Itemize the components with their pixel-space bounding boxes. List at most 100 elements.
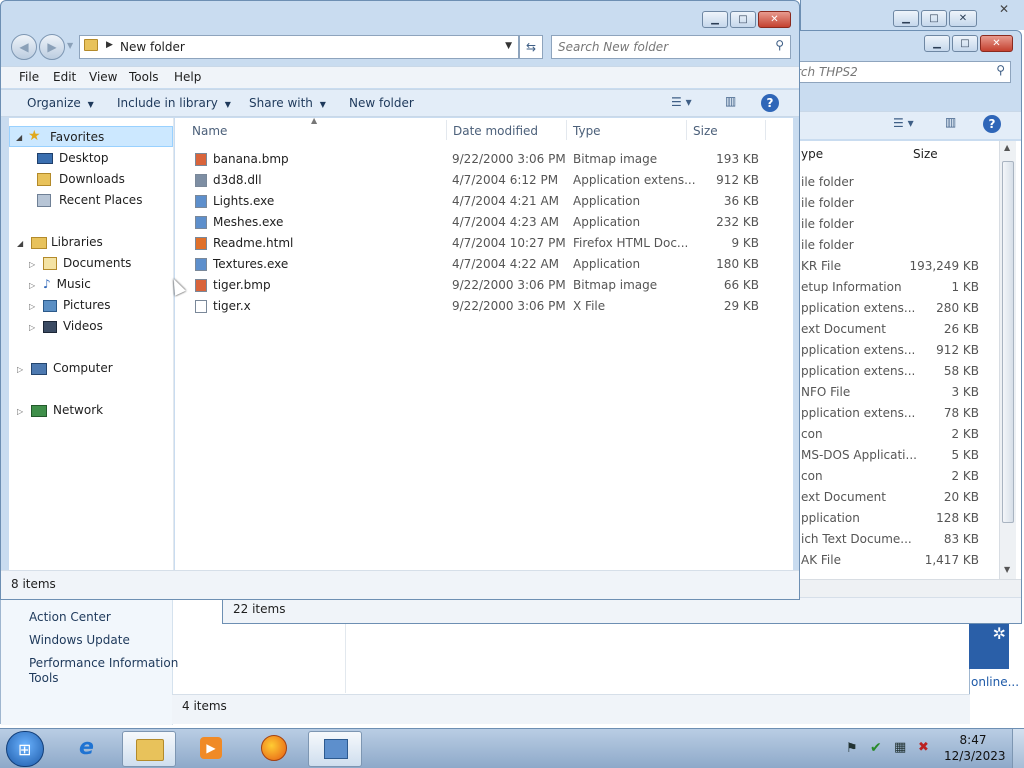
- menu-file[interactable]: File: [19, 67, 39, 87]
- taskbar-media-player[interactable]: ▶: [184, 731, 238, 767]
- column-header-date[interactable]: Date modified: [453, 124, 538, 138]
- nav-desktop[interactable]: Desktop: [37, 148, 109, 169]
- nav-favorites[interactable]: ◢ ★ Favorites: [9, 126, 173, 147]
- preview-pane-icon[interactable]: ▥: [945, 115, 956, 129]
- nav-recent-places[interactable]: Recent Places: [37, 190, 142, 211]
- share-label: Share with: [249, 96, 313, 110]
- nav-libraries-label: Libraries: [50, 235, 103, 249]
- collapsed-arrow-icon[interactable]: ▷: [29, 281, 35, 290]
- breadcrumb-current[interactable]: New folder: [120, 40, 185, 54]
- nav-computer[interactable]: ▷ Computer: [17, 358, 113, 379]
- bg-close-x[interactable]: ✕: [999, 2, 1009, 16]
- collapsed-arrow-icon[interactable]: ▷: [29, 323, 35, 332]
- tray-volume-muted-icon[interactable]: ✖: [918, 740, 929, 755]
- back-button[interactable]: ◀: [11, 34, 37, 60]
- collapsed-arrow-icon[interactable]: ▷: [29, 260, 35, 269]
- refresh-button[interactable]: ⇆: [519, 35, 543, 59]
- maximize-button[interactable]: □: [952, 35, 978, 52]
- file-row[interactable]: Lights.exe 4/7/2004 4:21 AM Application 36 …: [175, 191, 793, 212]
- nav-documents[interactable]: ▷ Documents: [29, 253, 131, 274]
- bg-close-button[interactable]: ✕: [949, 10, 977, 27]
- bg-maximize-button[interactable]: □: [921, 10, 947, 27]
- thps-file-type: con: [801, 469, 823, 483]
- nav-network-label: Network: [52, 403, 104, 417]
- scroll-thumb[interactable]: [1002, 161, 1014, 523]
- close-button[interactable]: ✕: [758, 11, 791, 28]
- address-dropdown-icon[interactable]: ▼: [505, 41, 512, 51]
- column-header-type[interactable]: Type: [573, 124, 601, 138]
- address-bar[interactable]: ▶ New folder ▼: [79, 35, 519, 59]
- thps-column-size[interactable]: Size: [913, 147, 938, 161]
- share-with-button[interactable]: Share with ▼: [249, 92, 326, 114]
- file-row[interactable]: tiger.x 9/22/2000 3:06 PM X File 29 KB: [175, 296, 793, 317]
- file-row[interactable]: d3d8.dll 4/7/2004 6:12 PM Application exte…: [175, 170, 793, 191]
- file-row[interactable]: Meshes.exe 4/7/2004 4:23 AM Application 232…: [175, 212, 793, 233]
- help-icon[interactable]: ?: [983, 115, 1001, 133]
- recent-pages-dropdown[interactable]: ▼: [67, 41, 73, 50]
- performance-tools-link[interactable]: Tools: [29, 671, 59, 685]
- thps-file-size: 78 KB: [943, 406, 979, 420]
- nav-music[interactable]: ▷ ♪ Music: [29, 274, 91, 295]
- performance-info-link[interactable]: Performance Information and: [29, 656, 179, 670]
- column-header-size[interactable]: Size: [693, 124, 718, 138]
- nav-libraries[interactable]: ◢ Libraries: [17, 232, 103, 253]
- column-divider[interactable]: [566, 120, 567, 140]
- start-button[interactable]: ⊞: [6, 731, 44, 767]
- taskbar-firefox[interactable]: [246, 731, 300, 767]
- desktop-icon: [37, 153, 53, 164]
- taskbar-internet-explorer[interactable]: e: [64, 731, 118, 767]
- menu-edit[interactable]: Edit: [53, 67, 76, 87]
- nav-network[interactable]: ▷ Network: [17, 400, 103, 421]
- action-center-link[interactable]: Action Center: [29, 610, 111, 624]
- file-date: 4/7/2004 6:12 PM: [452, 173, 559, 187]
- maximize-button[interactable]: □: [730, 11, 756, 28]
- column-divider[interactable]: [686, 120, 687, 140]
- forward-button[interactable]: ▶: [39, 34, 65, 60]
- scroll-down-icon[interactable]: ▼: [1004, 565, 1010, 574]
- tray-network-icon[interactable]: ▦: [894, 740, 906, 755]
- views-icon[interactable]: ☰ ▾: [671, 95, 692, 109]
- sort-indicator-icon: ▲: [311, 116, 318, 125]
- column-divider[interactable]: [446, 120, 447, 140]
- nav-videos[interactable]: ▷ Videos: [29, 316, 103, 337]
- tray-security-icon[interactable]: ✔: [870, 740, 882, 756]
- search-box[interactable]: Search New folder ⚲: [551, 35, 791, 59]
- nav-downloads[interactable]: Downloads: [37, 169, 125, 190]
- menu-view[interactable]: View: [89, 67, 117, 87]
- views-icon[interactable]: ☰ ▾: [893, 116, 914, 130]
- column-divider[interactable]: [765, 120, 766, 140]
- thps-column-type[interactable]: ype: [801, 147, 823, 161]
- close-button[interactable]: ✕: [980, 35, 1013, 52]
- show-desktop-button[interactable]: [1012, 729, 1024, 768]
- collapsed-arrow-icon[interactable]: ▷: [29, 302, 35, 311]
- thps-file-size: 128 KB: [936, 511, 979, 525]
- minimize-button[interactable]: ▁: [924, 35, 950, 52]
- tray-action-center-icon[interactable]: ⚑: [846, 741, 858, 756]
- preview-pane-icon[interactable]: ▥: [725, 94, 736, 108]
- windows-update-link[interactable]: Windows Update: [29, 633, 130, 647]
- thps-search-box[interactable]: rch THPS2 ⚲: [789, 61, 1011, 83]
- help-icon[interactable]: ?: [761, 94, 779, 112]
- taskbar-explorer[interactable]: [122, 731, 176, 767]
- column-header-name[interactable]: Name: [192, 124, 227, 138]
- thps-scrollbar[interactable]: ▲ ▼: [999, 141, 1016, 579]
- menu-help[interactable]: Help: [174, 67, 201, 87]
- breadcrumb-chevron-icon[interactable]: ▶: [106, 40, 113, 50]
- collapsed-arrow-icon[interactable]: ▷: [17, 365, 23, 374]
- file-row[interactable]: banana.bmp 9/22/2000 3:06 PM Bitmap image 1…: [175, 149, 793, 170]
- online-link[interactable]: online...: [971, 675, 1019, 689]
- minimize-button[interactable]: ▁: [702, 11, 728, 28]
- include-in-library-button[interactable]: Include in library ▼: [117, 92, 231, 114]
- taskbar-control-panel[interactable]: [308, 731, 362, 767]
- nav-pictures[interactable]: ▷ Pictures: [29, 295, 111, 316]
- bg-minimize-button[interactable]: ▁: [893, 10, 919, 27]
- organize-button[interactable]: Organize ▼: [27, 92, 94, 114]
- file-row[interactable]: tiger.bmp 9/22/2000 3:06 PM Bitmap image 66…: [175, 275, 793, 296]
- file-row[interactable]: Readme.html 4/7/2004 10:27 PM Firefox HTML…: [175, 233, 793, 254]
- file-row[interactable]: Textures.exe 4/7/2004 4:22 AM Application 1…: [175, 254, 793, 275]
- menu-tools[interactable]: Tools: [129, 67, 159, 87]
- new-folder-button[interactable]: New folder: [349, 92, 414, 114]
- collapsed-arrow-icon[interactable]: ▷: [17, 407, 23, 416]
- tray-clock[interactable]: 8:47 12/3/2023: [944, 733, 1006, 763]
- scroll-up-icon[interactable]: ▲: [1004, 143, 1010, 152]
